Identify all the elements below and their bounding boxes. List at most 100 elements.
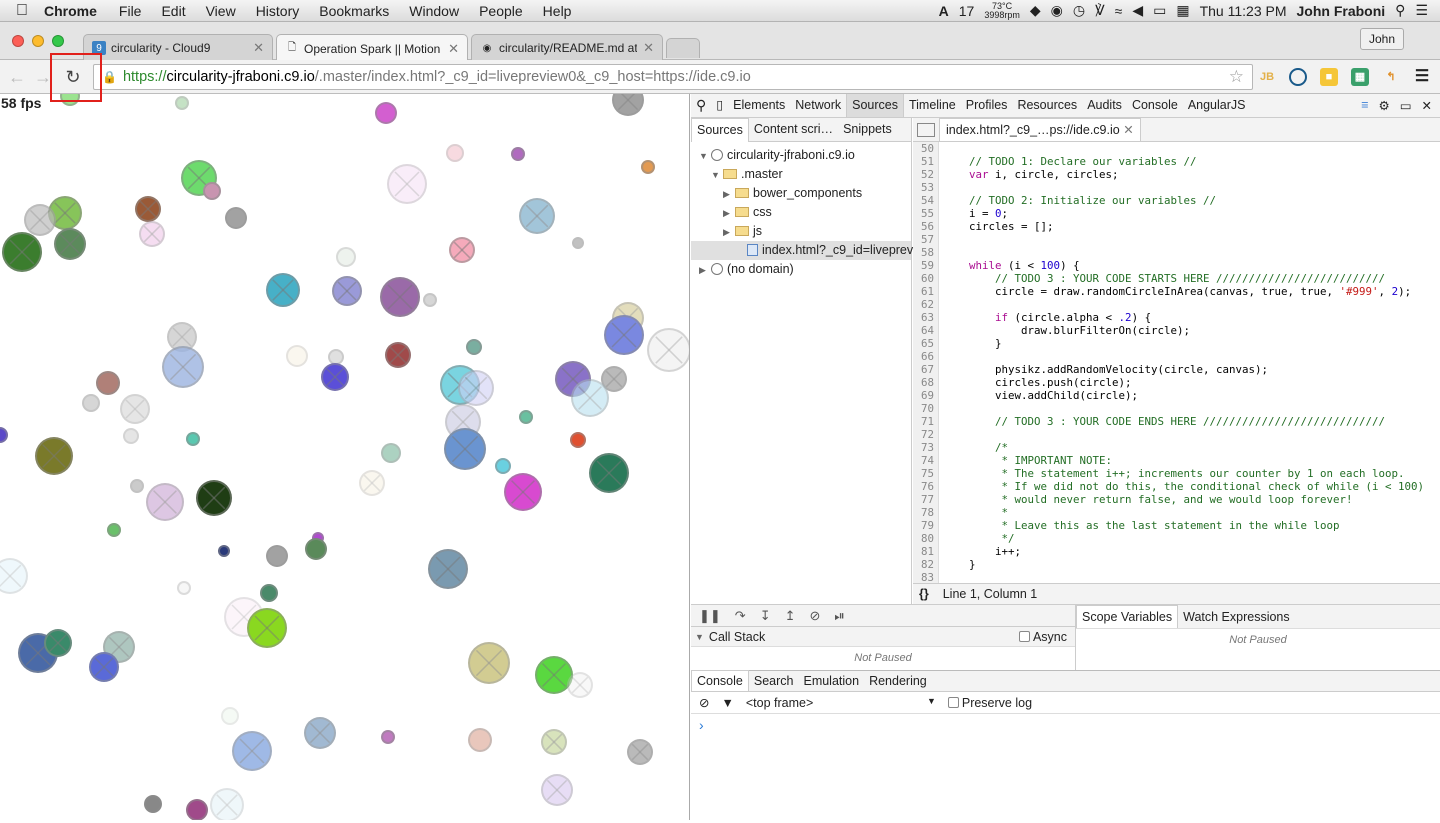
line-number[interactable]: 78 xyxy=(913,506,939,519)
tree-item[interactable]: ▶ css xyxy=(691,203,911,222)
disclosure-arrow-icon[interactable]: ▶ xyxy=(699,261,711,280)
notification-center-icon[interactable]: ☰ xyxy=(1415,2,1428,19)
async-checkbox[interactable] xyxy=(1018,630,1030,642)
menu-item[interactable]: History xyxy=(246,3,310,19)
line-number[interactable]: 59 xyxy=(913,259,939,272)
disclosure-arrow-icon[interactable]: ▶ xyxy=(723,223,735,242)
profile-button[interactable]: John xyxy=(1359,28,1404,50)
line-number[interactable]: 58 xyxy=(913,246,939,259)
bell-icon[interactable]: ◉ xyxy=(1051,2,1063,19)
time-machine-icon[interactable]: ◷ xyxy=(1073,2,1085,19)
step-over-icon[interactable]: ↷ xyxy=(735,608,746,624)
code-view[interactable]: 50 51 // TODO 1: Declare our variables //… xyxy=(913,142,1440,583)
devtools-tab-resources[interactable]: Resources xyxy=(1012,94,1082,117)
drawer-tab-rendering[interactable]: Rendering xyxy=(864,671,932,691)
dock-icon[interactable]: ▭ xyxy=(1400,98,1412,113)
line-number[interactable]: 74 xyxy=(913,454,939,467)
close-file-icon[interactable]: ✕ xyxy=(1123,123,1133,137)
page-canvas[interactable]: 58 fps xyxy=(0,94,690,820)
filter-icon[interactable]: ▼ xyxy=(721,696,733,710)
tab-github-readme[interactable]: ◉ circularity/README.md at ✕ xyxy=(471,34,663,61)
back-button[interactable]: ← xyxy=(6,66,28,88)
line-number[interactable]: 72 xyxy=(913,428,939,441)
tab-operation-spark[interactable]: 🗋 Operation Spark || Motion ✕ xyxy=(276,34,468,62)
devtools-tab-console[interactable]: Console xyxy=(1127,94,1183,117)
menu-item[interactable]: Bookmarks xyxy=(309,3,399,19)
tab-scope-variables[interactable]: Scope Variables xyxy=(1076,605,1179,628)
extension-grid-icon[interactable]: ▦ xyxy=(1351,68,1369,86)
line-number[interactable]: 67 xyxy=(913,363,939,376)
pause-on-exceptions-icon[interactable]: ⏯ xyxy=(834,608,844,624)
zoom-window-button[interactable] xyxy=(52,35,64,47)
tree-item[interactable]: index.html?_c9_id=livepreview xyxy=(691,241,932,260)
line-number[interactable]: 55 xyxy=(913,207,939,220)
line-number[interactable]: 80 xyxy=(913,532,939,545)
drawer-toggle-icon[interactable]: ≡ xyxy=(1361,98,1368,113)
line-number[interactable]: 60 xyxy=(913,272,939,285)
tree-item[interactable]: ▼ .master xyxy=(691,165,911,184)
user-name[interactable]: John Fraboni xyxy=(1297,3,1386,19)
disclosure-arrow-icon[interactable]: ▶ xyxy=(723,185,735,204)
calendar-icon[interactable]: ▦ xyxy=(1176,2,1189,19)
jetbrains-extension-icon[interactable]: JB xyxy=(1258,68,1276,86)
line-number[interactable]: 65 xyxy=(913,337,939,350)
devtools-tab-network[interactable]: Network xyxy=(790,94,846,117)
line-number[interactable]: 79 xyxy=(913,519,939,532)
line-number[interactable]: 61 xyxy=(913,285,939,298)
line-number[interactable]: 54 xyxy=(913,194,939,207)
close-tab-icon[interactable]: ✕ xyxy=(448,41,459,57)
call-stack-header[interactable]: ▼ Call Stack Async xyxy=(691,627,1075,647)
battery-icon[interactable]: ▭ xyxy=(1153,2,1166,19)
line-number[interactable]: 50 xyxy=(913,142,939,155)
menu-item[interactable]: People xyxy=(469,3,533,19)
step-into-icon[interactable]: ↧ xyxy=(760,608,771,624)
tree-item[interactable]: ▶ bower_components xyxy=(691,184,911,203)
disclosure-arrow-icon[interactable]: ▶ xyxy=(723,204,735,223)
tree-item[interactable]: ▶ js xyxy=(691,222,911,241)
close-tab-icon[interactable]: ✕ xyxy=(253,40,264,56)
menu-item[interactable]: File xyxy=(109,3,152,19)
devtools-tab-timeline[interactable]: Timeline xyxy=(904,94,961,117)
line-number[interactable]: 63 xyxy=(913,311,939,324)
new-tab-button[interactable] xyxy=(666,38,700,58)
drawer-tab-search[interactable]: Search xyxy=(749,671,799,691)
apple-menu-icon[interactable]:  xyxy=(0,2,44,20)
close-devtools-icon[interactable]: ✕ xyxy=(1422,98,1432,113)
menu-item[interactable]: View xyxy=(196,3,246,19)
adobe-icon[interactable]: A xyxy=(939,3,949,19)
toggle-navigator-icon[interactable] xyxy=(917,122,935,137)
line-number[interactable]: 69 xyxy=(913,389,939,402)
devtools-tab-audits[interactable]: Audits xyxy=(1082,94,1127,117)
line-number[interactable]: 75 xyxy=(913,467,939,480)
line-number[interactable]: 57 xyxy=(913,233,939,246)
line-number[interactable]: 71 xyxy=(913,415,939,428)
navigator-tab[interactable]: Sources xyxy=(691,117,749,142)
line-number[interactable]: 73 xyxy=(913,441,939,454)
console-prompt[interactable]: › xyxy=(691,714,1440,736)
line-number[interactable]: 62 xyxy=(913,298,939,311)
minimize-window-button[interactable] xyxy=(32,35,44,47)
line-number[interactable]: 56 xyxy=(913,220,939,233)
menu-item[interactable]: Window xyxy=(399,3,469,19)
clock[interactable]: Thu 11:23 PM xyxy=(1200,3,1287,19)
preserve-log-checkbox[interactable] xyxy=(947,696,959,708)
evernote-icon[interactable]: ◆ xyxy=(1030,2,1041,19)
clear-console-icon[interactable]: ⊘ xyxy=(699,695,709,710)
drawer-tab-console[interactable]: Console xyxy=(691,670,749,691)
line-number[interactable]: 51 xyxy=(913,155,939,168)
disclosure-arrow-icon[interactable]: ▼ xyxy=(699,147,711,166)
devtools-tab-angularjs[interactable]: AngularJS xyxy=(1183,94,1251,117)
devtools-tab-profiles[interactable]: Profiles xyxy=(961,94,1013,117)
deactivate-breakpoints-icon[interactable]: ⊘ xyxy=(810,608,821,624)
navigator-tab[interactable]: Snippets xyxy=(838,118,897,141)
volume-icon[interactable]: ◀ xyxy=(1132,2,1143,19)
extension-globe-icon[interactable] xyxy=(1289,68,1307,86)
menu-app-name[interactable]: Chrome xyxy=(44,3,109,19)
tab-watch-expressions[interactable]: Watch Expressions xyxy=(1178,606,1295,628)
line-number[interactable]: 68 xyxy=(913,376,939,389)
devtools-tab-sources[interactable]: Sources xyxy=(846,94,904,117)
chrome-menu-icon[interactable]: ☰ xyxy=(1413,68,1431,86)
pretty-print-icon[interactable]: {} xyxy=(919,587,929,601)
address-bar[interactable]: 🔒 https:// circularity-jfraboni.c9.io /.… xyxy=(93,64,1253,90)
navigator-tab[interactable]: Content scri… xyxy=(749,118,838,141)
